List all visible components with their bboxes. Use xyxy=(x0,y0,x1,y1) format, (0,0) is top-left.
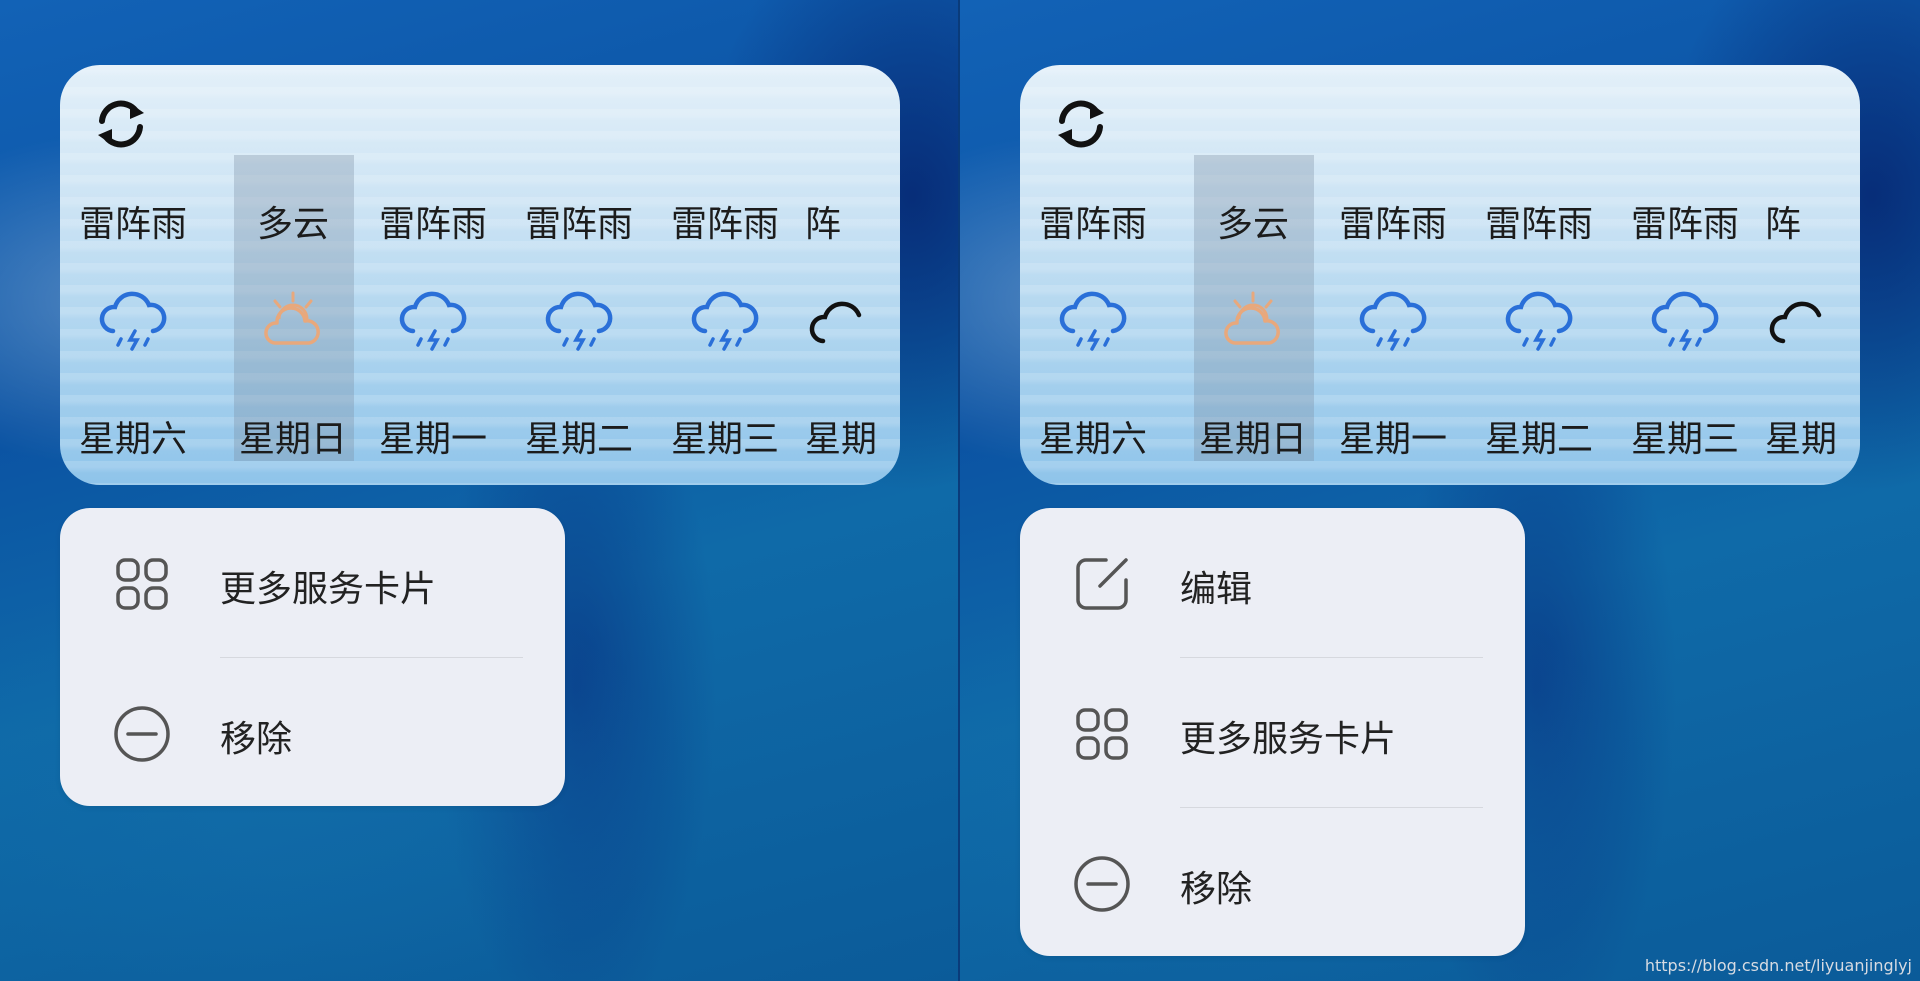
thunderstorm-icon xyxy=(1059,291,1127,351)
context-menu: 更多服务卡片 移除 xyxy=(60,508,565,806)
remove-icon xyxy=(114,706,170,762)
thunderstorm-icon xyxy=(1359,291,1427,351)
menu-item-label: 更多服务卡片 xyxy=(1180,719,1397,760)
forecast-day: 雷阵雨 星期三 xyxy=(1612,195,1758,485)
thunderstorm-icon xyxy=(99,291,167,351)
more-service-cards-item[interactable]: 更多服务卡片 xyxy=(1020,658,1525,808)
weather-condition: 多云 xyxy=(256,204,329,245)
remove-icon xyxy=(1074,856,1130,912)
forecast-day: 雷阵雨 星期三 xyxy=(652,195,798,485)
phone-screen-left: 雷阵雨 星期六 多云 星期日 雷阵雨 星期一 雷阵雨 星期二 雷阵雨 星期三 阵… xyxy=(0,0,960,981)
forecast-day: 雷阵雨 星期六 xyxy=(60,195,206,485)
forecast-day: 雷阵雨 星期一 xyxy=(360,195,506,485)
weekday-label: 星期 xyxy=(805,419,878,460)
forecast-day: 多云 星期日 xyxy=(220,195,366,485)
weather-condition: 多云 xyxy=(1216,204,1289,245)
weather-card[interactable]: 雷阵雨 星期六 多云 星期日 雷阵雨 星期一 雷阵雨 星期二 雷阵雨 星期三 阵… xyxy=(60,65,900,485)
weekday-label: 星期日 xyxy=(1198,419,1307,460)
grid-icon xyxy=(116,558,168,610)
weather-condition: 雷阵雨 xyxy=(670,204,779,245)
partly-cloudy-icon xyxy=(264,291,320,345)
weekday-label: 星期 xyxy=(1765,419,1838,460)
cloud-icon xyxy=(1769,301,1822,344)
weekday-label: 星期二 xyxy=(1484,419,1593,460)
remove-item[interactable]: 移除 xyxy=(60,658,565,808)
weather-condition: 雷阵雨 xyxy=(1484,204,1593,245)
weather-condition: 雷阵雨 xyxy=(78,204,187,245)
thunderstorm-icon xyxy=(691,291,759,351)
weekday-label: 星期六 xyxy=(1038,419,1147,460)
edit-item[interactable]: 编辑 xyxy=(1020,508,1525,658)
thunderstorm-icon xyxy=(545,291,613,351)
weather-condition: 雷阵雨 xyxy=(378,204,487,245)
thunderstorm-icon xyxy=(1651,291,1719,351)
refresh-icon[interactable] xyxy=(90,93,152,155)
context-menu: 编辑 更多服务卡片 移除 xyxy=(1020,508,1525,956)
weather-condition: 雷阵雨 xyxy=(524,204,633,245)
weather-condition: 雷阵雨 xyxy=(1630,204,1739,245)
menu-item-label: 更多服务卡片 xyxy=(220,569,437,610)
weather-condition: 阵 xyxy=(805,204,842,245)
forecast-day: 雷阵雨 星期一 xyxy=(1320,195,1466,485)
phone-screen-right: 雷阵雨 星期六 多云 星期日 雷阵雨 星期一 雷阵雨 星期二 雷阵雨 星期三 阵… xyxy=(960,0,1920,981)
forecast-day: 阵 星期 xyxy=(805,195,900,485)
weather-condition: 雷阵雨 xyxy=(1338,204,1447,245)
weekday-label: 星期一 xyxy=(378,419,487,460)
refresh-icon[interactable] xyxy=(1050,93,1112,155)
menu-item-label: 移除 xyxy=(1180,869,1253,910)
weekday-label: 星期日 xyxy=(238,419,347,460)
weather-condition: 阵 xyxy=(1765,204,1802,245)
watermark: https://blog.csdn.net/liyuanjinglyj xyxy=(1644,956,1912,975)
weekday-label: 星期六 xyxy=(78,419,187,460)
more-service-cards-item[interactable]: 更多服务卡片 xyxy=(60,508,565,658)
cloud-icon xyxy=(809,301,862,344)
forecast-day: 雷阵雨 星期二 xyxy=(1466,195,1612,485)
thunderstorm-icon xyxy=(1505,291,1573,351)
menu-item-label: 编辑 xyxy=(1180,569,1253,610)
weather-card[interactable]: 雷阵雨 星期六 多云 星期日 雷阵雨 星期一 雷阵雨 星期二 雷阵雨 星期三 阵… xyxy=(1020,65,1860,485)
remove-item[interactable]: 移除 xyxy=(1020,808,1525,958)
forecast-day: 多云 星期日 xyxy=(1180,195,1326,485)
weekday-label: 星期三 xyxy=(670,419,779,460)
grid-icon xyxy=(1076,708,1128,760)
forecast-day: 阵 星期 xyxy=(1765,195,1860,485)
partly-cloudy-icon xyxy=(1224,291,1280,345)
weekday-label: 星期二 xyxy=(524,419,633,460)
menu-item-label: 移除 xyxy=(220,719,293,760)
weekday-label: 星期一 xyxy=(1338,419,1447,460)
thunderstorm-icon xyxy=(399,291,467,351)
weather-condition: 雷阵雨 xyxy=(1038,204,1147,245)
weekday-label: 星期三 xyxy=(1630,419,1739,460)
edit-icon xyxy=(1076,558,1128,610)
forecast-day: 雷阵雨 星期六 xyxy=(1020,195,1166,485)
forecast-day: 雷阵雨 星期二 xyxy=(506,195,652,485)
